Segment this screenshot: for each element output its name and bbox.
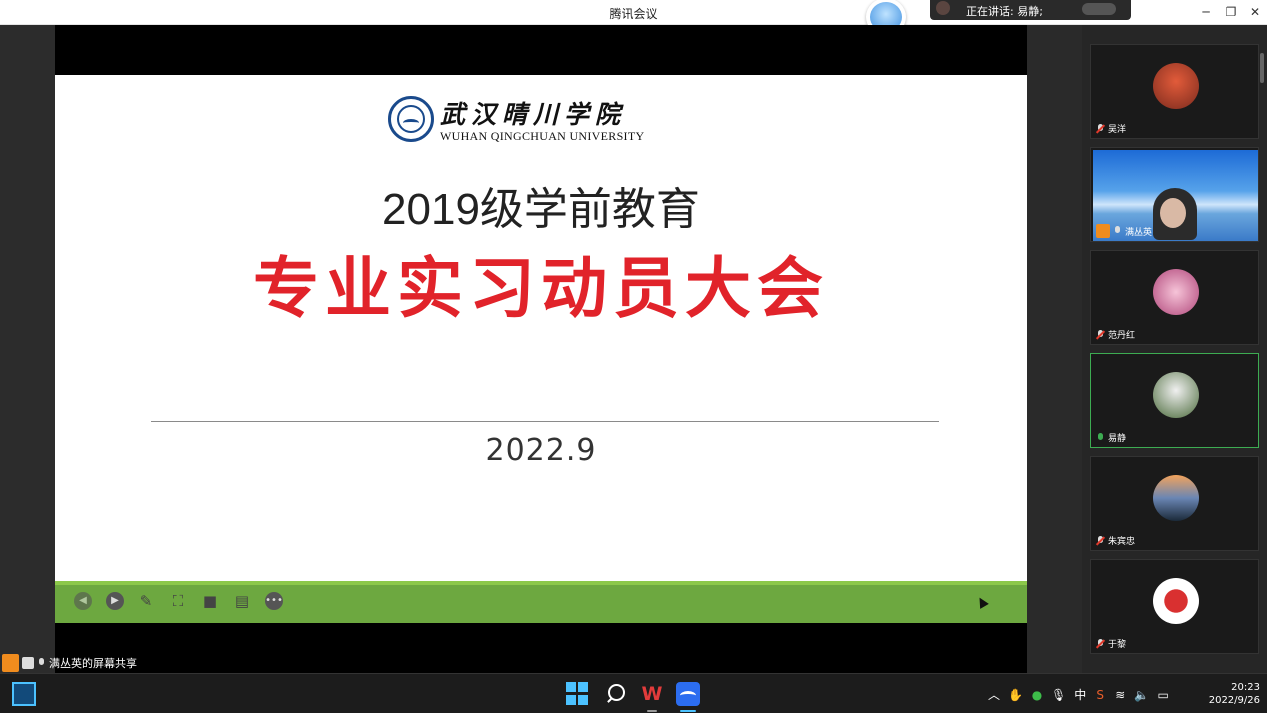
active-indicator: [680, 710, 696, 712]
wps-icon[interactable]: W: [640, 682, 664, 706]
battery-icon[interactable]: ▭: [1157, 688, 1169, 702]
university-name-en: WUHAN QINGCHUAN UNIVERSITY: [440, 129, 645, 143]
chevron-up-icon[interactable]: ︿: [988, 686, 1000, 703]
more-icon[interactable]: •••: [265, 592, 283, 610]
mic-icon: [1113, 226, 1122, 236]
wifi-icon[interactable]: ≋: [1114, 688, 1126, 702]
mic-muted-icon: [1096, 123, 1105, 134]
clock-time: 20:23: [1231, 682, 1260, 693]
participant-name: 朱宾忠: [1108, 537, 1136, 547]
participant-tile[interactable]: 吴洋: [1090, 44, 1259, 139]
mic-active-icon: [1096, 432, 1105, 443]
host-badge-icon: [1096, 224, 1110, 238]
participant-tile[interactable]: 易静: [1090, 353, 1259, 448]
mic-muted-icon: [1096, 535, 1105, 546]
university-logo: 武汉晴川学院 WUHAN QINGCHUAN UNIVERSITY: [388, 95, 644, 147]
avatar: [1153, 63, 1199, 109]
participant-tile[interactable]: 朱宾忠: [1090, 456, 1259, 551]
subtitle-icon[interactable]: ▤: [233, 592, 251, 610]
zoom-icon[interactable]: ⛶: [169, 592, 187, 610]
left-strip: [0, 25, 55, 673]
clock-date: 2022/9/26: [1208, 695, 1260, 706]
widgets-icon[interactable]: [12, 682, 36, 706]
participant-name: 范丹红: [1108, 331, 1136, 341]
tencent-meeting-window: 腾讯会议 正在讲话: 易静; ─ ❐ ✕ 武汉晴川学院 WUHAN QINGCH…: [0, 0, 1267, 713]
mouse-cursor-icon: [975, 595, 989, 609]
camera-icon[interactable]: ■: [201, 592, 219, 610]
app-tray-icon[interactable]: ✋: [1008, 688, 1023, 702]
wechat-icon[interactable]: ●: [1031, 688, 1043, 702]
university-seal-icon: [388, 96, 434, 142]
pen-icon[interactable]: ✎: [137, 592, 155, 610]
presentation-slide: 武汉晴川学院 WUHAN QINGCHUAN UNIVERSITY 2019级学…: [55, 75, 1027, 581]
title-bar: 腾讯会议 正在讲话: 易静; ─ ❐ ✕: [0, 0, 1267, 36]
participant-panel: 吴洋 满丛英 范丹红 易静 朱宾忠 于黎: [1082, 25, 1267, 673]
user-icon: [2, 654, 19, 672]
participant-name: 易静: [1108, 434, 1127, 444]
ime-indicator[interactable]: 中: [1074, 686, 1086, 703]
microphone-icon[interactable]: 🎙: [1051, 688, 1066, 702]
volume-icon[interactable]: 🔈: [1134, 688, 1149, 702]
participant-name: 满丛英: [1125, 227, 1153, 238]
slide-title-line2: 专业实习动员大会: [253, 250, 829, 327]
slide-divider: [151, 421, 939, 422]
search-icon[interactable]: [604, 682, 628, 706]
avatar: [1153, 578, 1199, 624]
start-icon[interactable]: [566, 682, 590, 706]
participant-name: 吴洋: [1108, 125, 1127, 135]
avatar: [1153, 372, 1199, 418]
previous-icon[interactable]: ◀: [74, 592, 92, 610]
speaking-wave-icon: [1082, 3, 1116, 15]
share-label: 满丛英的屏幕共享: [49, 657, 137, 670]
next-icon[interactable]: ▶: [106, 592, 124, 610]
speaking-indicator: 正在讲话: 易静;: [930, 0, 1131, 20]
share-screen-icon: [22, 657, 34, 669]
minimize-icon[interactable]: ─: [1197, 4, 1215, 20]
university-name-cn: 武汉晴川学院: [440, 100, 627, 129]
avatar: [1153, 475, 1199, 521]
scrollbar[interactable]: [1260, 53, 1264, 83]
slide-date: 2022.9: [485, 433, 597, 468]
slideshow-toolbar: ◀ ▶ ✎ ⛶ ■ ▤ •••: [55, 581, 1027, 623]
close-icon[interactable]: ✕: [1246, 4, 1264, 20]
mic-muted-icon: [1096, 329, 1105, 340]
restore-icon[interactable]: ❐: [1222, 4, 1240, 20]
mic-icon: [37, 658, 46, 668]
mic-muted-icon: [1096, 638, 1105, 649]
participant-tile[interactable]: 于黎: [1090, 559, 1259, 654]
avatar: [1153, 269, 1199, 315]
speaker-avatar: [936, 1, 950, 15]
slide-title-line1: 2019级学前教育: [382, 185, 700, 234]
running-indicator: [647, 710, 657, 712]
participant-tile[interactable]: 满丛英: [1090, 147, 1259, 242]
clock[interactable]: 20:23 2022/9/26: [1200, 681, 1260, 707]
speaking-label: 正在讲话: 易静;: [966, 5, 1043, 18]
right-gap: [1027, 25, 1082, 673]
tencent-meeting-icon[interactable]: [676, 682, 700, 706]
participant-tile[interactable]: 范丹红: [1090, 250, 1259, 345]
taskbar: W ︿ ✋ ● 🎙 中 S ≋ 🔈 ▭ 20:23 2022/9/26: [0, 673, 1267, 713]
participant-name: 于黎: [1108, 640, 1127, 650]
screen-share-view: 武汉晴川学院 WUHAN QINGCHUAN UNIVERSITY 2019级学…: [55, 25, 1027, 673]
screen-share-bar: 满丛英的屏幕共享: [0, 653, 320, 673]
sogou-icon[interactable]: S: [1094, 688, 1106, 702]
system-tray: ︿ ✋ ● 🎙 中 S ≋ 🔈 ▭: [988, 686, 1169, 703]
